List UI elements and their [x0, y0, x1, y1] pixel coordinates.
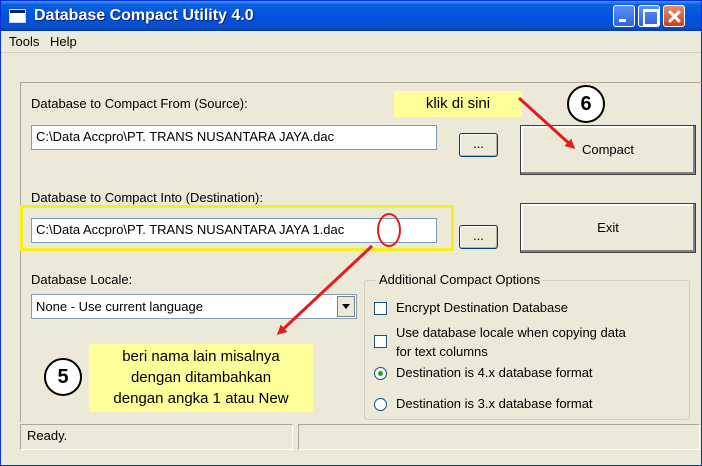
- destination-label: Database to Compact Into (Destination):: [31, 190, 263, 205]
- minimize-button[interactable]: [613, 5, 635, 27]
- format4-radio[interactable]: [374, 367, 387, 380]
- step-6-marker: 6: [567, 85, 605, 123]
- status-text: Ready.: [20, 424, 293, 450]
- menu-bar: Tools Help: [1, 31, 701, 53]
- locale-select-value: None - Use current language: [36, 299, 203, 314]
- format3-label: Destination is 3.x database format: [396, 396, 593, 411]
- source-label: Database to Compact From (Source):: [31, 96, 248, 111]
- window-title: Database Compact Utility 4.0: [34, 7, 254, 24]
- menu-help[interactable]: Help: [50, 34, 77, 49]
- source-path-input[interactable]: C:\Data Accpro\PT. TRANS NUSANTARA JAYA.…: [31, 125, 437, 150]
- rename-callout-line1: beri nama lain misalnya: [122, 348, 280, 365]
- maximize-button[interactable]: [638, 5, 660, 27]
- use-locale-label-line1: Use database locale when copying data: [396, 325, 626, 340]
- source-browse-button[interactable]: ...: [459, 133, 498, 157]
- digit-highlight-ring: [377, 213, 401, 247]
- format3-radio[interactable]: [374, 398, 387, 411]
- compact-button[interactable]: Compact: [520, 125, 696, 175]
- locale-select[interactable]: None - Use current language: [31, 294, 357, 319]
- click-here-callout: klik di sini: [394, 91, 522, 117]
- status-pane-secondary: [298, 424, 700, 450]
- window-app-icon: [9, 9, 26, 23]
- status-bar: Ready.: [20, 424, 702, 450]
- close-button[interactable]: [663, 5, 685, 27]
- compact-options-title: Additional Compact Options: [376, 272, 544, 287]
- rename-callout-line2: dengan ditambahkan: [130, 369, 272, 386]
- use-locale-label-line2: for text columns: [396, 344, 488, 359]
- step-5-marker: 5: [44, 358, 82, 396]
- exit-button[interactable]: Exit: [520, 203, 696, 253]
- rename-callout: beri nama lain misalnya dengan ditambahk…: [89, 344, 313, 412]
- menu-tools[interactable]: Tools: [9, 34, 39, 49]
- rename-callout-line3: dengan angka 1 atau New: [113, 390, 289, 407]
- locale-label: Database Locale:: [31, 272, 133, 287]
- title-bar[interactable]: Database Compact Utility 4.0: [1, 1, 701, 31]
- chevron-down-icon[interactable]: [337, 296, 355, 317]
- format4-label: Destination is 4.x database format: [396, 365, 593, 380]
- encrypt-checkbox[interactable]: [374, 302, 387, 315]
- use-locale-checkbox[interactable]: [374, 335, 387, 348]
- destination-browse-button[interactable]: ...: [459, 225, 498, 249]
- encrypt-label: Encrypt Destination Database: [396, 300, 568, 315]
